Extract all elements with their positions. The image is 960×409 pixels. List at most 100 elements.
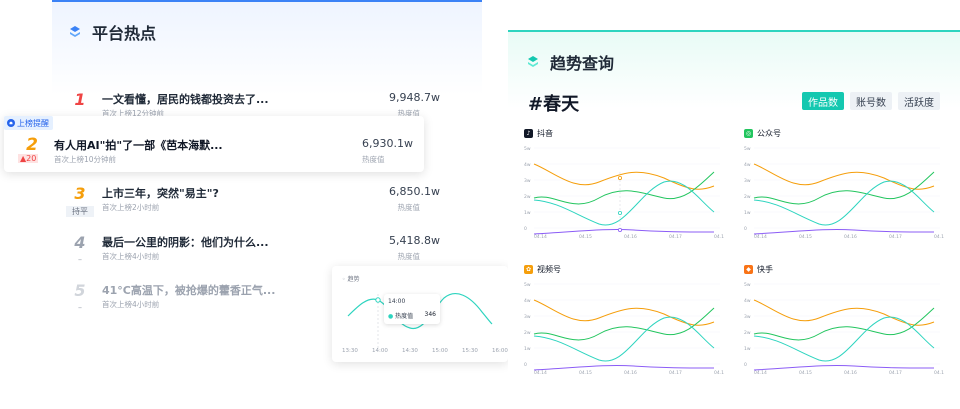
rank-number: 4	[74, 233, 86, 252]
chart-header: ♪ 抖音	[524, 128, 553, 139]
row-title[interactable]: 上市三年，突然"易主"?	[102, 185, 219, 201]
trend-header: 趋势查询	[528, 50, 614, 74]
x-tick-label: 04.15	[799, 370, 812, 376]
chart-platform-name: 快手	[757, 265, 773, 274]
rank-change: 持平	[66, 206, 94, 217]
x-tick-label: 14:30	[402, 348, 418, 354]
series-line	[753, 171, 935, 205]
hover-point	[618, 228, 623, 233]
y-tick-label: 0	[744, 362, 747, 368]
series-line	[533, 228, 715, 235]
series-line	[533, 171, 715, 205]
rank-change: ▲20	[18, 154, 39, 163]
heat-value: 5,418.8w	[389, 234, 440, 247]
series-line	[753, 228, 935, 235]
alert-badge: 上榜提醒	[4, 116, 53, 130]
x-tick-label: 16:00	[492, 348, 508, 354]
series-line	[533, 316, 715, 362]
tooltip-value: 346	[424, 311, 436, 318]
y-tick-label: 4w	[524, 298, 531, 304]
rank-number: 1	[74, 90, 86, 109]
row-title[interactable]: 41°C高温下，被抢爆的藿香正气...	[102, 282, 275, 298]
platform-trend-chart: ◎ 公众号 5w 4w 3w 2w 1w 0 04.14 04.15 04.16 04.17 04.18	[744, 128, 944, 240]
line-chart: 5w 4w 3w 2w 1w 0 04.14 04.15 04.16 04.17 04.18	[524, 282, 724, 376]
series-line	[533, 299, 715, 326]
y-tick-label: 4w	[744, 162, 751, 168]
row-subtitle: 首次上榜4小时前	[102, 252, 160, 261]
x-tick-label: 04.15	[579, 234, 592, 240]
x-tick-label: 04.16	[844, 234, 857, 240]
rank-number: 2	[26, 135, 38, 155]
series-line	[533, 364, 715, 371]
y-tick-label: 3w	[744, 178, 751, 184]
chart-tooltip: 14:00 ● 热度值 346	[384, 294, 440, 324]
series-line	[753, 364, 935, 371]
series-line	[533, 163, 715, 190]
y-tick-label: 2w	[524, 194, 531, 200]
heat-label: 热度值	[362, 155, 385, 164]
x-tick-label: 04.16	[624, 370, 637, 376]
y-tick-label: 3w	[524, 314, 531, 320]
chart-platform-name: 公众号	[757, 129, 781, 138]
line-chart: 5w 4w 3w 2w 1w 0 04.14 04.15 04.16 04.17 04.18	[744, 146, 944, 240]
trend-title: 趋势查询	[550, 54, 615, 73]
x-tick-label: 13:30	[342, 348, 358, 354]
heat-value: 9,948.7w	[389, 91, 440, 104]
tooltip-time: 14:00	[388, 298, 406, 305]
row-title[interactable]: 最后一公里的阴影：他们为什么...	[102, 234, 269, 250]
x-tick-label: 04.18	[934, 370, 944, 376]
alert-badge-label: 上榜提醒	[17, 118, 49, 128]
row-subtitle: 首次上榜10分钟前	[54, 155, 117, 164]
bell-icon	[7, 119, 15, 127]
metric-tabs: 作品数 账号数 活跃度	[802, 92, 940, 110]
series-line	[533, 180, 715, 226]
x-tick-label: 04.16	[624, 234, 637, 240]
series-line	[753, 180, 935, 226]
tab-works[interactable]: 作品数	[802, 92, 844, 110]
chart-header: ◎ 公众号	[744, 128, 781, 139]
x-tick-label: 04.14	[534, 234, 547, 240]
heat-label: 热度值	[397, 203, 421, 212]
heat-label: 热度值	[397, 252, 421, 261]
y-tick-label: 4w	[524, 162, 531, 168]
y-tick-label: 5w	[524, 282, 531, 288]
hashtag-title: #春天	[528, 94, 580, 115]
y-tick-label: 1w	[744, 210, 751, 216]
y-tick-label: 5w	[744, 146, 751, 152]
highlight-card[interactable]: 2 ▲20 有人用AI"拍"了一部《芭本海默... 首次上榜10分钟前 6,93…	[4, 116, 424, 172]
y-tick-label: 1w	[524, 346, 531, 352]
layers-icon	[70, 26, 80, 37]
row-title[interactable]: 有人用AI"拍"了一部《芭本海默...	[54, 137, 223, 153]
x-tick-label: 04.14	[754, 370, 767, 376]
series-line	[753, 316, 935, 362]
x-tick-label: 04.17	[889, 370, 902, 376]
y-tick-label: 2w	[744, 194, 751, 200]
hotspot-header: 平台热点	[70, 20, 156, 44]
y-tick-label: 0	[744, 226, 747, 232]
line-chart: 5w 4w 3w 2w 1w 0 04.14 04.15 04.16 04.17 04.18	[524, 146, 724, 240]
x-tick-label: 04.18	[934, 234, 944, 240]
series-line	[753, 299, 935, 326]
tab-activity[interactable]: 活跃度	[898, 92, 940, 110]
x-tick-label: 04.14	[534, 370, 547, 376]
row-title[interactable]: 一文看懂，居民的钱都投资去了...	[102, 91, 269, 107]
y-tick-label: 0	[524, 362, 527, 368]
x-tick-label: 04.18	[714, 234, 724, 240]
x-tick-label: 04.17	[889, 234, 902, 240]
y-tick-label: 1w	[744, 346, 751, 352]
screen: 平台热点 1 – 一文看懂，居民的钱都投资去了... 首次上榜12分钟前 9,9…	[0, 0, 960, 409]
kuaishou-icon: ◆	[744, 265, 753, 274]
x-tick-label: 04.17	[669, 234, 682, 240]
hotspot-title: 平台热点	[92, 24, 157, 43]
wechat-official-icon: ◎	[744, 129, 753, 138]
x-tick-label: 04.15	[799, 234, 812, 240]
x-tick-label: 04.17	[669, 370, 682, 376]
hotspot-row[interactable]: 3 持平 上市三年，突然"易主"? 首次上榜2小时前 6,850.1w 热度值	[66, 184, 470, 224]
douyin-icon: ♪	[524, 129, 533, 138]
y-tick-label: 2w	[744, 330, 751, 336]
series-line	[753, 163, 935, 190]
tooltip-label: ● 热度值	[388, 313, 414, 320]
hover-point	[618, 176, 623, 181]
chart-platform-name: 抖音	[537, 129, 553, 138]
tab-accounts[interactable]: 账号数	[850, 92, 892, 110]
